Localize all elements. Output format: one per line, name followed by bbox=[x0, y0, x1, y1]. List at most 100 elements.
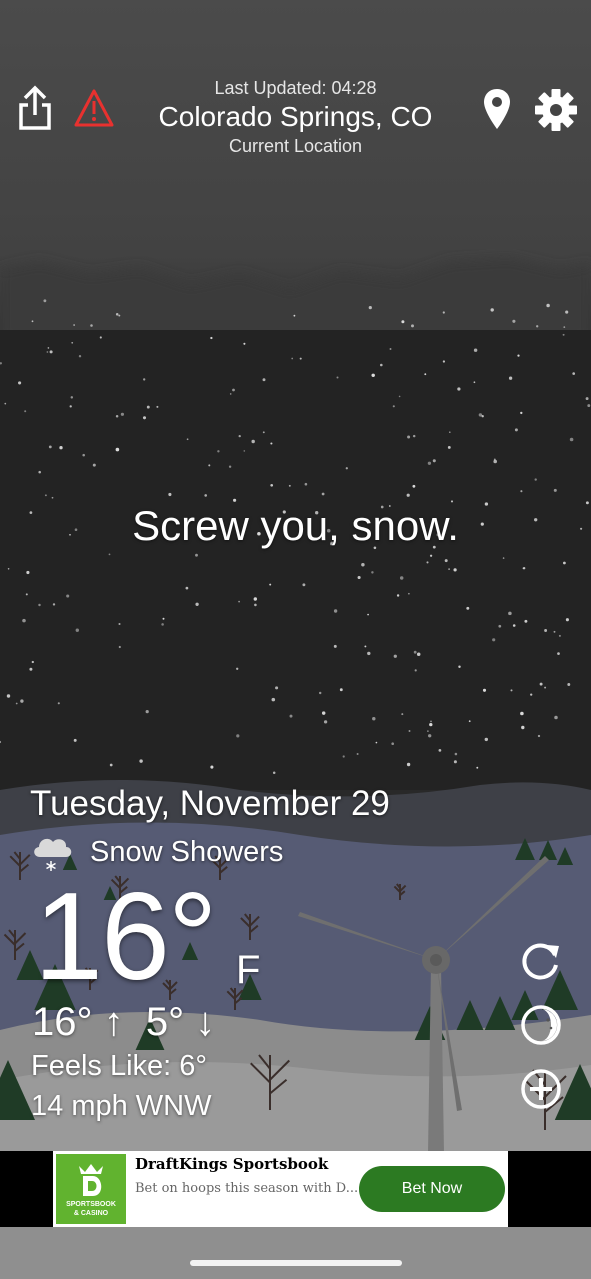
refresh-icon bbox=[522, 943, 559, 980]
snowflake bbox=[73, 738, 77, 742]
ad-cta-button[interactable]: Bet Now bbox=[359, 1166, 505, 1212]
snowflake bbox=[412, 484, 416, 488]
snowflake bbox=[429, 554, 433, 557]
snowflake bbox=[38, 603, 41, 607]
settings-button[interactable] bbox=[532, 86, 580, 134]
snowflake bbox=[318, 691, 322, 695]
snowflake bbox=[520, 711, 524, 716]
snowflake bbox=[484, 737, 489, 742]
location-button[interactable] bbox=[478, 86, 516, 132]
snowflake bbox=[145, 709, 149, 714]
snowflake bbox=[458, 665, 461, 668]
snowflake bbox=[498, 624, 502, 628]
snowflake bbox=[48, 445, 52, 449]
snowflake bbox=[401, 713, 404, 716]
snowflake bbox=[31, 660, 34, 664]
snowflake bbox=[364, 645, 367, 648]
snowflake bbox=[293, 314, 296, 317]
snowflake bbox=[270, 483, 274, 487]
ad-logo: SPORTSBOOK & CASINO bbox=[56, 1154, 126, 1224]
snowflake bbox=[429, 722, 433, 727]
snowflake bbox=[73, 324, 75, 326]
snowflake bbox=[380, 363, 383, 367]
snowflake bbox=[521, 725, 525, 730]
snowflake bbox=[367, 613, 369, 616]
snowflake bbox=[368, 305, 372, 310]
snowflake bbox=[302, 583, 306, 587]
snowflake bbox=[82, 453, 85, 457]
snowflake bbox=[371, 373, 375, 378]
snowflake bbox=[336, 376, 339, 379]
home-indicator[interactable] bbox=[190, 1260, 402, 1266]
snowflake bbox=[361, 563, 365, 567]
snowflake bbox=[210, 336, 213, 340]
snowflake bbox=[412, 434, 416, 438]
snowflake bbox=[288, 484, 291, 487]
snowflake bbox=[243, 450, 246, 452]
snowflake bbox=[115, 447, 120, 452]
snowflake bbox=[514, 428, 518, 432]
snowflake bbox=[195, 553, 198, 557]
snowflake bbox=[38, 470, 41, 474]
snowflake bbox=[217, 450, 220, 453]
ad-logo-text-2: & CASINO bbox=[73, 1210, 109, 1217]
ad-banner[interactable]: SPORTSBOOK & CASINO DraftKings Sportsboo… bbox=[53, 1151, 508, 1227]
snowflake bbox=[398, 395, 401, 398]
moon-phase-button[interactable] bbox=[518, 1002, 564, 1048]
snowflake bbox=[321, 711, 326, 715]
snowflake bbox=[389, 348, 392, 350]
snowflake bbox=[563, 561, 566, 565]
snowflake bbox=[473, 348, 478, 352]
snowflake bbox=[69, 405, 72, 408]
snowflake bbox=[544, 629, 548, 632]
snowflake bbox=[70, 396, 74, 399]
snowflake bbox=[512, 624, 516, 627]
snowflake bbox=[253, 597, 257, 601]
snowflake bbox=[66, 594, 70, 598]
snowflake bbox=[432, 459, 436, 463]
background-scene bbox=[0, 0, 591, 1279]
snowflake bbox=[493, 459, 498, 464]
snowflake bbox=[536, 325, 539, 328]
snowflake bbox=[139, 759, 143, 763]
wind: 14 mph WNW bbox=[31, 1090, 212, 1122]
snowflake bbox=[502, 557, 505, 559]
snowflake bbox=[251, 439, 255, 444]
snowflake bbox=[482, 688, 487, 692]
snowflake bbox=[454, 752, 458, 756]
snowflake bbox=[92, 463, 96, 467]
snowflake bbox=[99, 336, 102, 339]
snowflake bbox=[520, 411, 523, 415]
snowflake bbox=[406, 762, 411, 767]
snowflake bbox=[51, 496, 54, 499]
snowflake bbox=[142, 416, 147, 420]
snowflake bbox=[115, 414, 119, 418]
snowflake bbox=[52, 603, 56, 606]
snowflake bbox=[557, 652, 560, 655]
snowflake bbox=[186, 438, 189, 441]
snowflake bbox=[25, 593, 28, 596]
snowflake bbox=[57, 702, 60, 705]
ad-logo-text-1: SPORTSBOOK bbox=[66, 1201, 116, 1208]
snowflake bbox=[558, 634, 561, 637]
add-location-button[interactable] bbox=[518, 1066, 564, 1112]
snowflake bbox=[512, 319, 516, 323]
snowflake bbox=[90, 324, 93, 327]
snowflake bbox=[118, 314, 121, 317]
snowflake bbox=[428, 734, 432, 738]
refresh-button[interactable] bbox=[518, 938, 564, 984]
snowflake bbox=[457, 387, 461, 391]
snowflake bbox=[109, 763, 113, 767]
snowflake bbox=[530, 693, 533, 696]
snowflake bbox=[43, 299, 47, 303]
snowflake bbox=[238, 434, 241, 438]
snowflake bbox=[238, 600, 240, 603]
snowflake bbox=[168, 492, 172, 497]
snowflake bbox=[46, 351, 49, 353]
snowflake bbox=[146, 405, 150, 409]
snowflake bbox=[544, 686, 547, 689]
snowflake bbox=[539, 682, 543, 686]
draftkings-logo-icon bbox=[79, 1164, 103, 1196]
snowflake bbox=[375, 741, 378, 744]
snowflake bbox=[448, 431, 451, 434]
